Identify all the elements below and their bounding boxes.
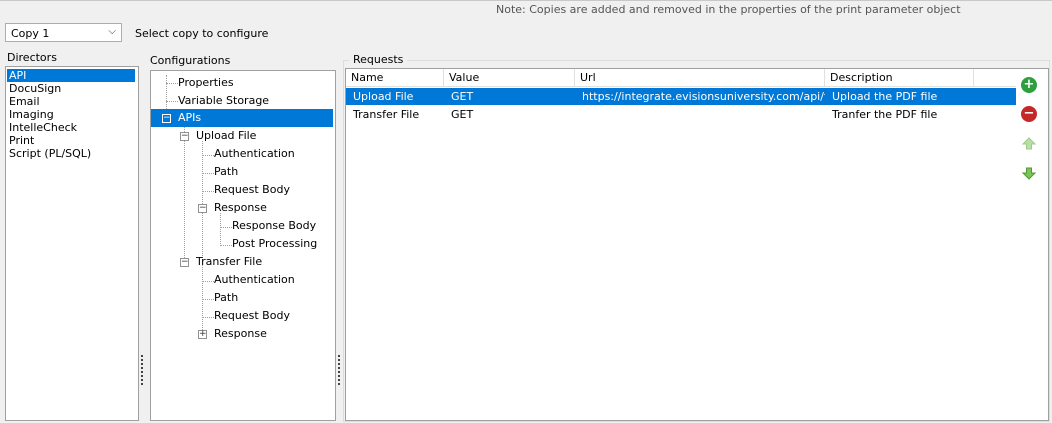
tree-line (184, 123, 185, 262)
director-item-imaging[interactable]: Imaging (7, 108, 54, 121)
chevron-down-icon: ⌵ (108, 26, 116, 37)
director-item-print[interactable]: Print (7, 134, 34, 147)
requests-grid[interactable]: Name Value Url Description Upload File G… (345, 68, 1049, 421)
tree-node-apis[interactable]: APIs (175, 110, 204, 126)
tree-node-upload-request-body[interactable]: Request Body (211, 182, 293, 198)
tree-node-upload-response-body[interactable]: Response Body (229, 218, 319, 234)
tree-node-properties[interactable]: Properties (175, 75, 237, 91)
move-down-button[interactable] (1021, 165, 1037, 181)
cell-value: GET (451, 108, 474, 121)
cell-name: Transfer File (353, 108, 420, 121)
column-header-name[interactable]: Name (346, 69, 444, 86)
director-item-docusign[interactable]: DocuSign (7, 82, 61, 95)
copy-select[interactable]: Copy 1 ⌵ (5, 23, 122, 42)
table-row[interactable]: Transfer File GET Tranfer the PDF file (346, 106, 1016, 123)
left-splitter[interactable] (141, 355, 145, 385)
directors-title: Directors (7, 51, 57, 64)
minus-icon: − (1023, 106, 1035, 121)
tree-node-transfer-file[interactable]: Transfer File (193, 254, 265, 270)
column-header-description[interactable]: Description (825, 69, 974, 86)
tree-node-transfer-request-body[interactable]: Request Body (211, 308, 293, 324)
tree-node-transfer-path[interactable]: Path (211, 290, 241, 306)
configurations-tree[interactable]: Properties Variable Storage − APIs − Upl… (150, 70, 336, 421)
directors-list[interactable]: API DocuSign Email Imaging IntelleCheck … (5, 66, 139, 421)
tree-node-upload-file[interactable]: Upload File (193, 128, 259, 144)
configurations-title: Configurations (150, 54, 231, 67)
director-item-email[interactable]: Email (7, 95, 40, 108)
remove-request-button[interactable]: − (1021, 106, 1037, 122)
table-row[interactable]: Upload File GET https://integrate.evisio… (346, 88, 1016, 105)
cell-value: GET (451, 90, 474, 103)
tree-node-upload-path[interactable]: Path (211, 164, 241, 180)
copy-select-label: Select copy to configure (135, 27, 269, 40)
top-border (0, 0, 1052, 1)
tree-node-upload-authentication[interactable]: Authentication (211, 146, 298, 162)
tree-node-variable-storage[interactable]: Variable Storage (175, 93, 272, 109)
cell-name: Upload File (353, 90, 414, 103)
expand-transfer-response-icon[interactable]: + (198, 330, 207, 339)
header-divider (346, 86, 1016, 87)
cell-url (575, 106, 825, 123)
copy-select-value: Copy 1 (11, 27, 50, 40)
director-item-script[interactable]: Script (PL/SQL) (7, 147, 91, 160)
cell-url: https://integrate.evisionsuniversity.com… (582, 90, 825, 103)
column-header-url[interactable]: Url (575, 69, 825, 86)
director-item-intellecheck[interactable]: IntelleCheck (7, 121, 77, 134)
collapse-upload-file-icon[interactable]: − (180, 132, 189, 141)
requests-title: Requests (349, 53, 408, 66)
collapse-transfer-file-icon[interactable]: − (180, 258, 189, 267)
tree-node-transfer-authentication[interactable]: Authentication (211, 272, 298, 288)
tree-node-upload-post-processing[interactable]: Post Processing (229, 236, 320, 252)
collapse-apis-icon[interactable]: − (162, 114, 171, 123)
tree-line (220, 213, 221, 244)
cell-description: Upload the PDF file (832, 90, 938, 103)
arrow-down-icon (1021, 167, 1037, 180)
right-splitter[interactable] (338, 355, 342, 385)
collapse-upload-response-icon[interactable]: − (198, 204, 207, 213)
copies-note: Note: Copies are added and removed in th… (496, 3, 961, 16)
arrow-up-icon (1021, 137, 1037, 150)
plus-icon: + (1023, 77, 1035, 92)
director-item-api[interactable]: API (7, 69, 135, 82)
tree-line (202, 267, 203, 334)
add-request-button[interactable]: + (1021, 77, 1037, 93)
move-up-button[interactable] (1021, 136, 1037, 152)
cell-description: Tranfer the PDF file (832, 108, 938, 121)
tree-node-upload-response[interactable]: Response (211, 200, 270, 216)
tree-node-transfer-response[interactable]: Response (211, 326, 270, 342)
column-header-value[interactable]: Value (444, 69, 575, 86)
